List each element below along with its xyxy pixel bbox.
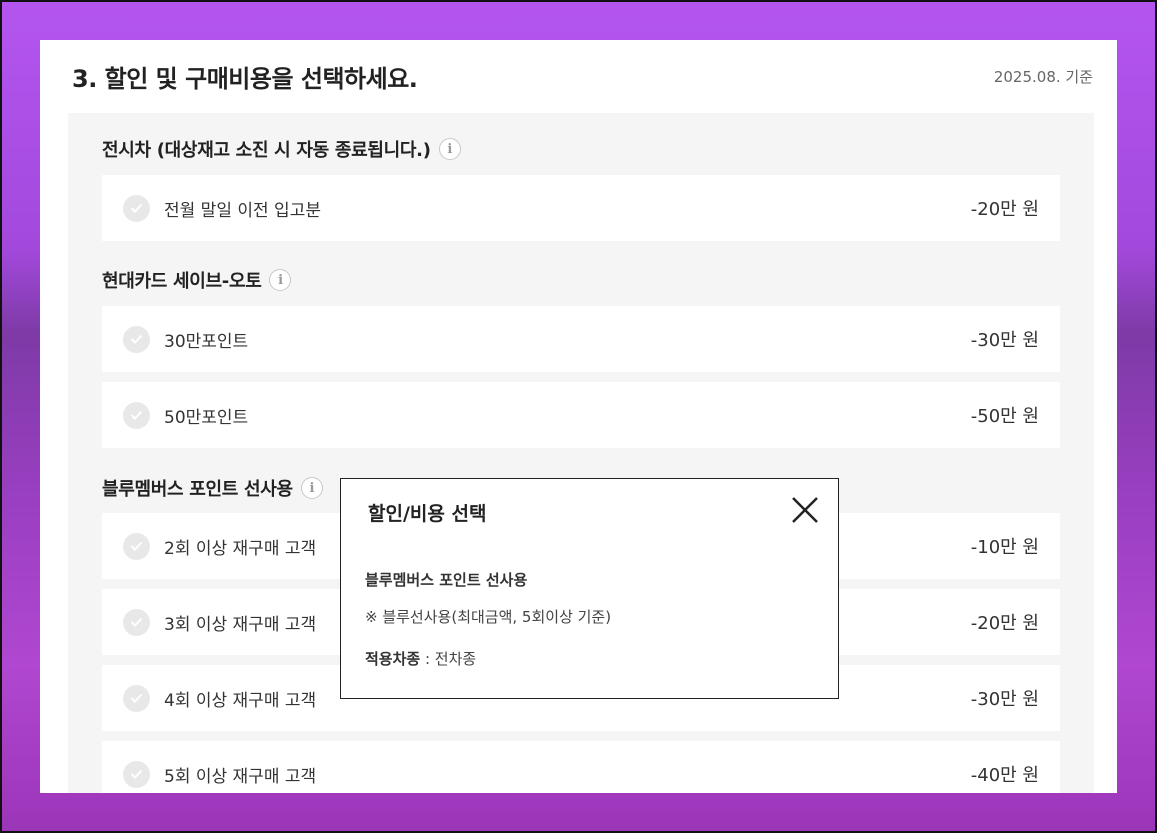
option-label: 50만포인트 bbox=[164, 407, 249, 428]
group-title-display-car: 전시차 (대상재고 소진 시 자동 종료됩니다.) i bbox=[102, 136, 461, 162]
check-icon[interactable] bbox=[123, 532, 150, 560]
modal-note: ※ 블루선사용(최대금액, 5회이상 기준) bbox=[365, 608, 612, 626]
modal-title: 할인/비용 선택 bbox=[368, 503, 487, 525]
check-icon[interactable] bbox=[123, 760, 150, 788]
option-label: 4회 이상 재구매 고객 bbox=[164, 690, 317, 711]
option-label: 전월 말일 이전 입고분 bbox=[164, 200, 321, 221]
info-modal: 할인/비용 선택 블루멤버스 포인트 선사용 ※ 블루선사용(최대금액, 5회이… bbox=[340, 478, 839, 699]
option-price: -20만 원 bbox=[970, 613, 1039, 634]
group-title-text: 전시차 (대상재고 소진 시 자동 종료됩니다.) bbox=[102, 140, 431, 161]
option-label: 3회 이상 재구매 고객 bbox=[164, 614, 317, 635]
check-icon[interactable] bbox=[123, 684, 150, 712]
option-label: 30만포인트 bbox=[164, 331, 249, 352]
option-row[interactable]: 50만포인트 -50만 원 bbox=[102, 382, 1060, 448]
info-icon[interactable]: i bbox=[438, 138, 461, 160]
option-price: -50만 원 bbox=[970, 406, 1039, 427]
check-icon[interactable] bbox=[123, 608, 150, 636]
option-price: -30만 원 bbox=[970, 330, 1039, 351]
apply-label: 적용차종 bbox=[365, 650, 421, 668]
section-header: 3. 할인 및 구매비용을 선택하세요. 2025.08. 기준 bbox=[72, 56, 1093, 96]
apply-value: : 전차종 bbox=[420, 650, 477, 668]
base-date: 2025.08. 기준 bbox=[993, 67, 1093, 86]
group-title-text: 블루멤버스 포인트 선사용 bbox=[102, 479, 293, 500]
info-icon[interactable]: i bbox=[300, 477, 323, 499]
check-icon[interactable] bbox=[123, 401, 150, 429]
group-title-hyundai-card: 현대카드 세이브-오토 i bbox=[102, 267, 292, 293]
option-label: 2회 이상 재구매 고객 bbox=[164, 538, 317, 559]
option-label: 5회 이상 재구매 고객 bbox=[164, 766, 317, 787]
option-row[interactable]: 30만포인트 -30만 원 bbox=[102, 306, 1060, 372]
option-price: -30만 원 bbox=[970, 689, 1039, 710]
option-price: -20만 원 bbox=[970, 199, 1039, 220]
option-price: -40만 원 bbox=[970, 765, 1039, 786]
group-title-bluemembers: 블루멤버스 포인트 선사용 i bbox=[102, 475, 323, 501]
info-icon[interactable]: i bbox=[269, 269, 292, 291]
modal-apply-info: 적용차종 : 전차종 bbox=[365, 648, 476, 669]
modal-subtitle: 블루멤버스 포인트 선사용 bbox=[365, 571, 528, 589]
option-price: -10만 원 bbox=[970, 537, 1039, 558]
close-icon[interactable] bbox=[790, 495, 820, 525]
section-title: 3. 할인 및 구매비용을 선택하세요. bbox=[72, 64, 418, 93]
group-title-text: 현대카드 세이브-오토 bbox=[102, 271, 262, 292]
option-row[interactable]: 전월 말일 이전 입고분 -20만 원 bbox=[102, 175, 1060, 241]
option-row[interactable]: 5회 이상 재구매 고객 -40만 원 bbox=[102, 741, 1060, 793]
check-icon[interactable] bbox=[123, 325, 150, 353]
check-icon[interactable] bbox=[123, 194, 150, 222]
